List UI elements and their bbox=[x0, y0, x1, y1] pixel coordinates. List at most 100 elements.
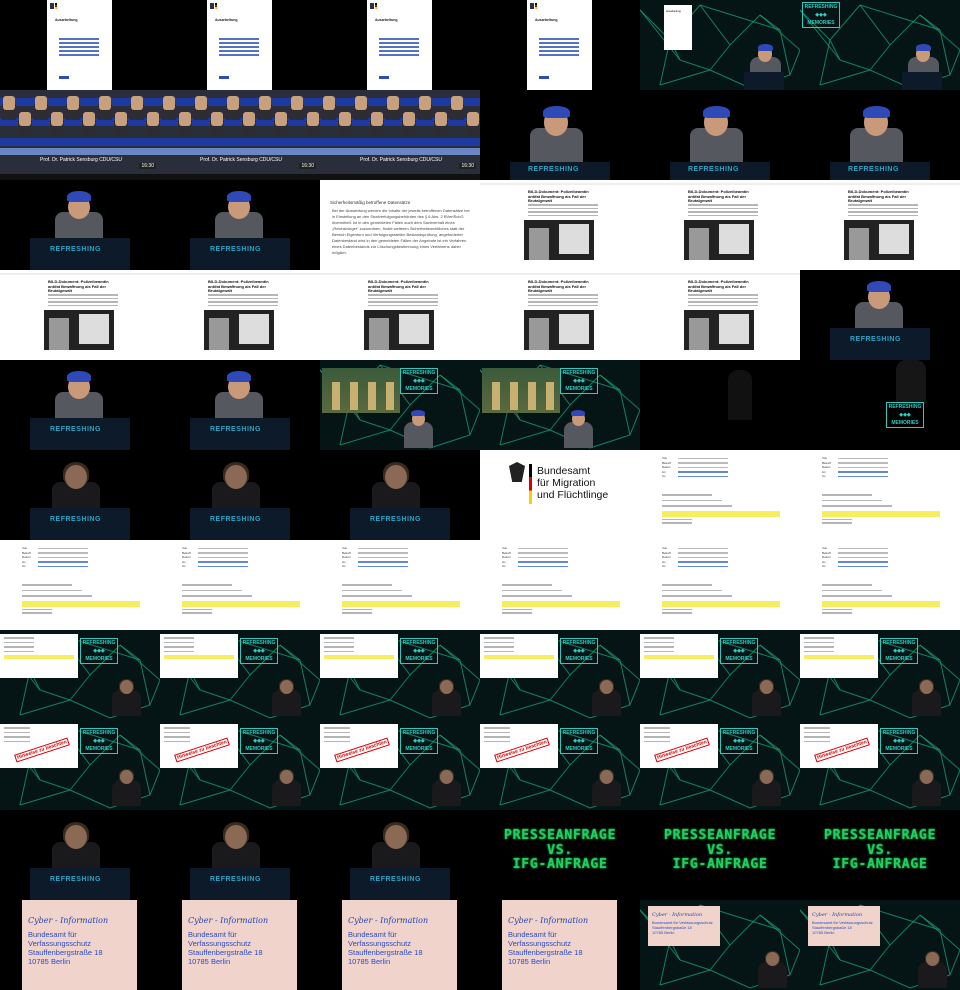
thumbnail-email[interactable]: Von Betreff Datum An Cc bbox=[640, 540, 800, 630]
thumbnail-email[interactable]: Von Betreff Datum An Cc bbox=[480, 540, 640, 630]
thumbnail-email[interactable]: Von Betreff Datum An Cc bbox=[0, 540, 160, 630]
thumbnail-news[interactable]: BILD-Dokument: Polizeibeamtin antifat Be… bbox=[800, 180, 960, 270]
speaker-head bbox=[925, 951, 939, 967]
photo-figure bbox=[369, 318, 389, 350]
thumbnail-conf-email[interactable]: REFRESHING ◆◆◆ MEMORIES bbox=[480, 630, 640, 720]
thumbnail-conf-email[interactable]: REFRESHING ◆◆◆ MEMORIES bbox=[320, 630, 480, 720]
thumbnail-presse[interactable]: PRESSEANFRAGE VS. IFG-ANFRAGE bbox=[800, 810, 960, 900]
thumbnail-stage-woman[interactable]: REFRESHING bbox=[0, 450, 160, 540]
thumbnail-conf-outdoor[interactable]: REFRESHING ◆◆◆ MEMORIES bbox=[320, 360, 480, 450]
cap bbox=[411, 409, 426, 417]
thumbnail-email[interactable]: Von Betreff Datum An Cc bbox=[160, 540, 320, 630]
thumbnail-news[interactable]: BILD-Dokument: Polizeibeamtin antifat Be… bbox=[640, 180, 800, 270]
text-line bbox=[484, 727, 510, 729]
thumbnail-slide-text[interactable]: Sicherheitsmäßig betroffene Datensätze Be… bbox=[320, 180, 480, 270]
thumbnail-conf-email[interactable]: REFRESHING ◆◆◆ MEMORIES bbox=[160, 630, 320, 720]
thumbnail-conf-email[interactable]: REFRESHING ◆◆◆ MEMORIES bbox=[640, 630, 800, 720]
handwritten-label: Cyber - Information bbox=[508, 916, 589, 925]
thumbnail-conf-dark[interactable]: REFRESHING ◆◆◆ MEMORIES bbox=[800, 360, 960, 450]
photo-figure bbox=[350, 382, 358, 410]
thumbnail-stage-cap[interactable]: REFRESHING bbox=[160, 360, 320, 450]
thumbnail-conf-doc[interactable]: Ausarbeitung bbox=[640, 0, 800, 90]
thumbnail-stage-cap-wide[interactable]: REFRESHING bbox=[800, 90, 960, 180]
thumbnail-doc[interactable]: Ausarbeitung bbox=[320, 0, 480, 90]
thumbnail-conf-stamp[interactable]: Hinweise zu beachten REFRESHING ◆◆◆ MEMORIE… bbox=[640, 720, 800, 810]
thumbnail-hall[interactable]: Prof. Dr. Patrick Sensburg CDU/CSU16:30Z… bbox=[0, 90, 160, 180]
text-line bbox=[822, 499, 882, 502]
address-line: 10785 Berlin bbox=[812, 930, 835, 935]
thumbnail-conf-paper[interactable]: Cyber - Information Bundesamt für Verfass… bbox=[640, 900, 800, 990]
email-field-label: Cc bbox=[822, 474, 826, 478]
news-photo bbox=[844, 220, 914, 260]
document-lines bbox=[539, 36, 579, 58]
podium bbox=[350, 868, 450, 900]
conference-logo: REFRESHING ◆◆◆ MEMORIES bbox=[880, 728, 918, 754]
thumbnail-stage-woman[interactable]: REFRESHING bbox=[320, 810, 480, 900]
thumbnail-paper[interactable]: Cyber - Information Bundesamt für Verfass… bbox=[480, 900, 640, 990]
thumbnail-stage-cap[interactable]: REFRESHING bbox=[0, 180, 160, 270]
thumbnail-conf-paper[interactable]: Cyber - Information Bundesamt für Verfass… bbox=[800, 900, 960, 990]
thumbnail-news[interactable]: BILD-Dokument: Polizeibeamtin antifat Be… bbox=[640, 270, 800, 360]
thumbnail-conf-outdoor[interactable]: REFRESHING ◆◆◆ MEMORIES bbox=[480, 360, 640, 450]
thumbnail-news[interactable]: BILD-Dokument: Polizeibeamtin antifat Be… bbox=[0, 270, 160, 360]
thumbnail-stage-woman[interactable]: REFRESHING bbox=[160, 810, 320, 900]
thumbnail-conf-stamp[interactable]: Hinweise zu beachten REFRESHING ◆◆◆ MEMORIE… bbox=[160, 720, 320, 810]
thumbnail-email[interactable]: Von Betreff Datum An Cc bbox=[800, 540, 960, 630]
thumbnail-paper[interactable]: Cyber - Information Bundesamt für Verfass… bbox=[160, 900, 320, 990]
thumbnail-stage-woman[interactable]: REFRESHING bbox=[320, 450, 480, 540]
thumbnail-email[interactable]: Von Betreff Datum An Cc bbox=[640, 450, 800, 540]
thumbnail-news[interactable]: BILD-Dokument: Polizeibeamtin antifat Be… bbox=[480, 180, 640, 270]
thumbnail-doc[interactable]: Ausarbeitung bbox=[0, 0, 160, 90]
thumbnail-stage-cap[interactable]: REFRESHING bbox=[160, 180, 320, 270]
thumbnail-conf-stamp[interactable]: Hinweise zu beachten REFRESHING ◆◆◆ MEMORIE… bbox=[0, 720, 160, 810]
thumbnail-news[interactable]: BILD-Dokument: Polizeibeamtin antifat Be… bbox=[480, 270, 640, 360]
thumbnail-email[interactable]: Von Betreff Datum An Cc bbox=[320, 540, 480, 630]
thumbnail-doc[interactable]: Ausarbeitung bbox=[160, 0, 320, 90]
thumbnail-stage-cap[interactable]: REFRESHING bbox=[800, 270, 960, 360]
thumbnail-paper[interactable]: Cyber - Information Bundesamt für Verfass… bbox=[320, 900, 480, 990]
thumbnail-stage-dark[interactable] bbox=[640, 360, 800, 450]
seat-row bbox=[320, 138, 480, 146]
text-line bbox=[662, 494, 712, 496]
text-line bbox=[528, 301, 598, 303]
text-line bbox=[368, 304, 438, 307]
thumbnail-presse[interactable]: PRESSEANFRAGE VS. IFG-ANFRAGE bbox=[480, 810, 640, 900]
document-line bbox=[59, 38, 99, 40]
speaker-body bbox=[912, 780, 941, 807]
thumbnail-hall[interactable]: Prof. Dr. Patrick Sensburg CDU/CSU16:30Z… bbox=[160, 90, 320, 180]
thumbnail-conf-email[interactable]: REFRESHING ◆◆◆ MEMORIES bbox=[0, 630, 160, 720]
thumbnail-stage-cap-wide[interactable]: REFRESHING bbox=[480, 90, 640, 180]
thumbnail-stage-woman[interactable]: REFRESHING bbox=[0, 810, 160, 900]
document-cover: Ausarbeitung bbox=[207, 0, 272, 90]
photo-figure bbox=[386, 382, 394, 410]
thumbnail-conf-stamp[interactable]: Hinweise zu beachten REFRESHING ◆◆◆ MEMORIE… bbox=[480, 720, 640, 810]
thumbnail-conf-speaker[interactable]: REFRESHING ◆◆◆ MEMORIES bbox=[800, 0, 960, 90]
agency-name-line: für Migration bbox=[537, 477, 596, 489]
news-nav bbox=[160, 273, 320, 275]
thumbnail-news[interactable]: BILD-Dokument: Polizeibeamtin antifat Be… bbox=[160, 270, 320, 360]
email-field-value bbox=[198, 561, 248, 563]
photo-sign bbox=[879, 224, 909, 254]
thumbnail-presse[interactable]: PRESSEANFRAGE VS. IFG-ANFRAGE bbox=[640, 810, 800, 900]
email-field-value bbox=[678, 475, 728, 477]
conference-logo: REFRESHING ◆◆◆ MEMORIES bbox=[400, 728, 438, 754]
thumbnail-conf-stamp[interactable]: Hinweise zu beachten REFRESHING ◆◆◆ MEMORIE… bbox=[320, 720, 480, 810]
thumbnail-conf-stamp[interactable]: Hinweise zu beachten REFRESHING ◆◆◆ MEMORIE… bbox=[800, 720, 960, 810]
thumbnail-bamf[interactable]: Bundesamt für Migration und Flüchtlinge bbox=[480, 450, 640, 540]
thumbnail-paper[interactable]: Cyber - Information Bundesamt für Verfass… bbox=[0, 900, 160, 990]
presse-line: PRESSEANFRAGE bbox=[503, 827, 617, 843]
thumbnail-hall[interactable]: Prof. Dr. Patrick Sensburg CDU/CSU16:30A… bbox=[320, 90, 480, 180]
thumbnail-stage-cap-wide[interactable]: REFRESHING bbox=[640, 90, 800, 180]
text-line bbox=[164, 740, 190, 743]
thumbnail-conf-email[interactable]: REFRESHING ◆◆◆ MEMORIES bbox=[800, 630, 960, 720]
email-field-value bbox=[38, 552, 88, 554]
document-line bbox=[379, 50, 419, 52]
thumbnail-news[interactable]: BILD-Dokument: Polizeibeamtin antifat Be… bbox=[320, 270, 480, 360]
thumbnail-email[interactable]: Von Betreff Datum An Cc bbox=[800, 450, 960, 540]
email-screenshot bbox=[0, 634, 78, 678]
thumbnail-doc[interactable]: Ausarbeitung bbox=[480, 0, 640, 90]
email-field-label: Cc bbox=[342, 564, 346, 568]
thumbnail-stage-woman[interactable]: REFRESHING bbox=[160, 450, 320, 540]
email-field-value bbox=[838, 547, 888, 549]
thumbnail-stage-cap[interactable]: REFRESHING bbox=[0, 360, 160, 450]
